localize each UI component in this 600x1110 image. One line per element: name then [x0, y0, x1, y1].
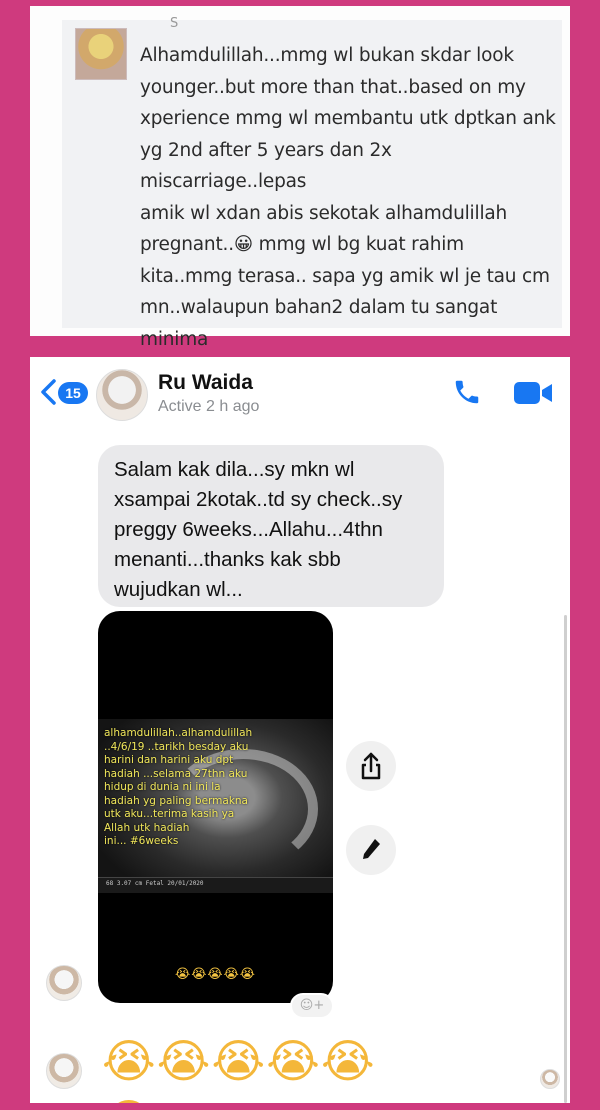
ultrasound-status-text: 68 3.07 cm Fetal 20/01/2020	[106, 880, 204, 887]
add-reaction-button[interactable]: ☺+	[290, 993, 334, 1019]
pencil-icon	[363, 839, 380, 859]
contact-active-status: Active 2 h ago	[158, 398, 260, 415]
sender-avatar[interactable]	[46, 1053, 82, 1089]
read-receipt-avatar	[540, 1069, 560, 1089]
unread-count-badge[interactable]: 15	[58, 382, 88, 404]
contact-avatar[interactable]	[96, 369, 148, 421]
scrollbar[interactable]	[564, 615, 567, 1103]
message-bubble[interactable]: Salam kak dila...sy mkn wl xsampai 2kota…	[98, 445, 444, 607]
share-icon	[361, 752, 381, 780]
emoji-message[interactable]: 😭😭😭😭😭😭	[102, 1031, 422, 1103]
chevron-left-icon[interactable]	[38, 379, 60, 405]
commenter-avatar	[75, 28, 127, 80]
video-camera-icon[interactable]	[514, 381, 552, 405]
facebook-comment-panel: S Alhamdulillah...mmg wl bukan skdar loo…	[30, 6, 570, 444]
commenter-name: S	[170, 16, 179, 31]
share-button[interactable]	[346, 741, 396, 791]
edit-button[interactable]	[346, 825, 396, 875]
photo-caption: alhamdulillah..alhamdulillah ..4/6/19 ..…	[104, 727, 253, 847]
ultrasound-image: alhamdulillah..alhamdulillah ..4/6/19 ..…	[98, 719, 333, 893]
ultrasound-status-bar: 68 3.07 cm Fetal 20/01/2020	[98, 877, 333, 893]
contact-name[interactable]: Ru Waida	[158, 371, 253, 395]
phone-icon[interactable]	[452, 377, 482, 407]
photo-message[interactable]: alhamdulillah..alhamdulillah ..4/6/19 ..…	[98, 611, 333, 1003]
messenger-chat-panel: 15 Ru Waida Active 2 h ago Salam kak dil…	[30, 357, 570, 1103]
photo-emoji-strip: 😭😭😭😭😭	[175, 967, 256, 982]
sender-avatar[interactable]	[46, 965, 82, 1001]
chat-header: 15 Ru Waida Active 2 h ago	[30, 357, 570, 421]
